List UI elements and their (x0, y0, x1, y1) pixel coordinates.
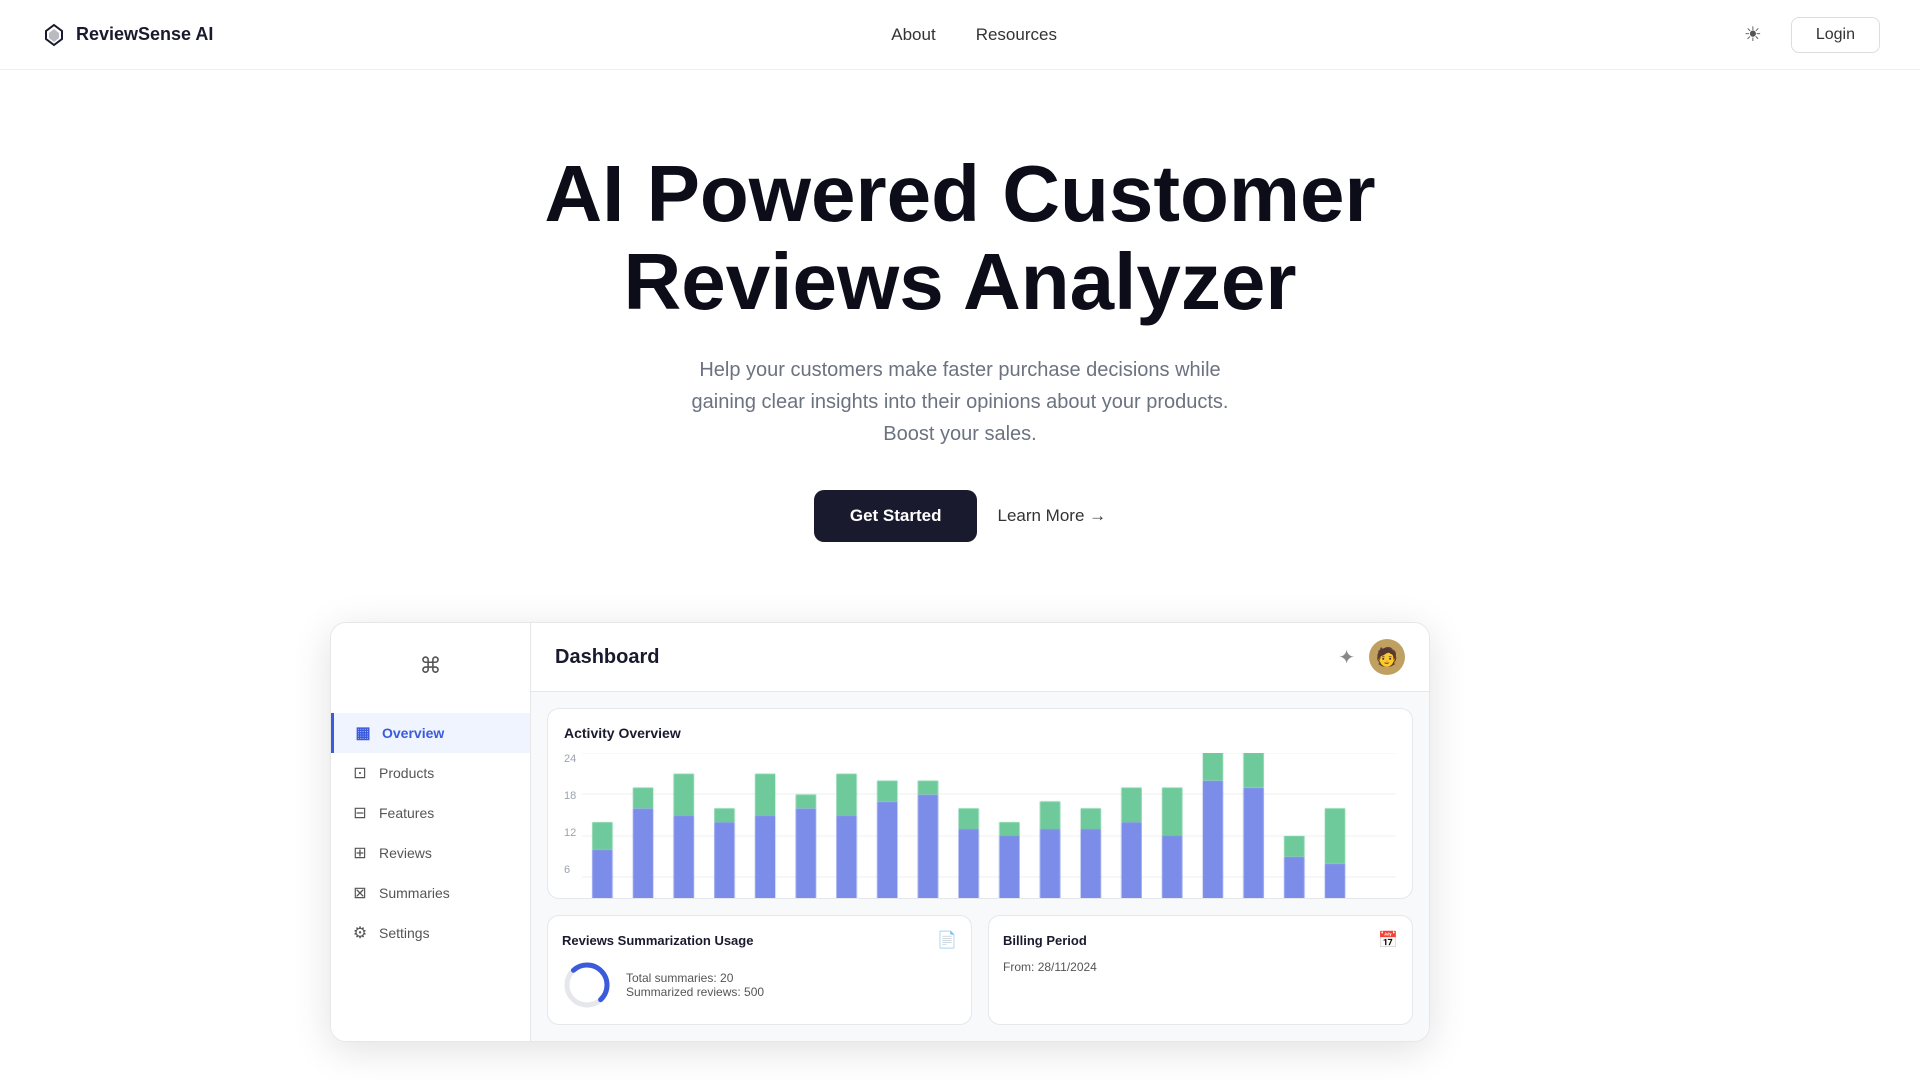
usage-card-title: Reviews Summarization Usage (562, 933, 753, 948)
brand-icon (40, 21, 68, 49)
y-label-18: 18 (564, 790, 576, 802)
get-started-button[interactable]: Get Started (814, 490, 978, 542)
login-button[interactable]: Login (1791, 17, 1880, 53)
chart-bars-container (582, 753, 1396, 899)
settings-icon: ⚙ (351, 923, 369, 943)
sidebar-item-summaries[interactable]: ⊠ Summaries (331, 873, 530, 913)
sidebar-item-overview[interactable]: ▦ Overview (331, 713, 530, 753)
sidebar-item-settings[interactable]: ⚙ Settings (331, 913, 530, 953)
user-avatar[interactable]: 🧑 (1369, 639, 1405, 675)
total-summaries-label: Total summaries: (626, 971, 717, 985)
brand-name: ReviewSense AI (76, 24, 213, 45)
sun-icon: ☀ (1744, 22, 1762, 47)
summarized-reviews-label: Summarized reviews: (626, 985, 741, 999)
billing-card-header: Billing Period 📅 (1003, 930, 1398, 950)
chart-title: Activity Overview (564, 725, 1396, 741)
sidebar-item-products[interactable]: ⊡ Products (331, 753, 530, 793)
bottom-cards: Reviews Summarization Usage 📄 Total summ… (547, 915, 1413, 1025)
sidebar-item-label-settings: Settings (379, 925, 430, 941)
hero-cta-group: Get Started Learn More → (814, 490, 1106, 542)
dashboard-title: Dashboard (555, 646, 659, 669)
brand-logo[interactable]: ReviewSense AI (40, 21, 213, 49)
sidebar: ⌘ ▦ Overview ⊡ Products ⊟ Features ⊞ Rev… (331, 623, 531, 1041)
dashboard-preview: ⌘ ▦ Overview ⊡ Products ⊟ Features ⊞ Rev… (0, 622, 1920, 1042)
header-settings-icon[interactable]: ✦ (1338, 645, 1355, 670)
nav-resources[interactable]: Resources (976, 25, 1057, 45)
dashboard-main: Dashboard ✦ 🧑 Activity Overview 24 18 12… (531, 623, 1429, 1041)
nav-about[interactable]: About (891, 25, 935, 45)
usage-card: Reviews Summarization Usage 📄 Total summ… (547, 915, 972, 1025)
features-icon: ⊟ (351, 803, 369, 823)
navbar-right: ☀ Login (1735, 17, 1880, 53)
theme-toggle-button[interactable]: ☀ (1735, 17, 1771, 53)
summarized-reviews-stat: Summarized reviews: 500 (626, 985, 764, 999)
sidebar-item-reviews[interactable]: ⊞ Reviews (331, 833, 530, 873)
sidebar-item-features[interactable]: ⊟ Features (331, 793, 530, 833)
billing-card-icon: 📅 (1378, 930, 1398, 950)
usage-stats: Total summaries: 20 Summarized reviews: … (626, 971, 764, 999)
sidebar-logo-icon: ⌘ (410, 643, 452, 689)
sidebar-item-label-features: Features (379, 805, 434, 821)
y-label-6: 6 (564, 864, 576, 876)
dashboard-header-actions: ✦ 🧑 (1338, 639, 1405, 675)
total-summaries-value: 20 (720, 971, 733, 985)
usage-circle-chart (562, 960, 612, 1010)
sidebar-item-label-overview: Overview (382, 725, 444, 741)
hero-subtitle: Help your customers make faster purchase… (670, 354, 1250, 450)
dashboard-header: Dashboard ✦ 🧑 (531, 623, 1429, 692)
billing-card-title: Billing Period (1003, 933, 1087, 948)
reviews-icon: ⊞ (351, 843, 369, 863)
sidebar-item-label-reviews: Reviews (379, 845, 432, 861)
billing-from-label: From: (1003, 960, 1034, 974)
activity-chart-section: Activity Overview 24 18 12 6 0 (547, 708, 1413, 899)
overview-icon: ▦ (354, 723, 372, 743)
hero-section: AI Powered Customer Reviews Analyzer Hel… (0, 70, 1920, 602)
y-label-24: 24 (564, 753, 576, 765)
y-label-12: 12 (564, 827, 576, 839)
navbar-links: About Resources (891, 25, 1057, 45)
billing-from-value: 28/11/2024 (1038, 960, 1097, 974)
usage-card-icon: 📄 (937, 930, 957, 950)
usage-card-header: Reviews Summarization Usage 📄 (562, 930, 957, 950)
hero-title: AI Powered Customer Reviews Analyzer (510, 150, 1410, 326)
summaries-icon: ⊠ (351, 883, 369, 903)
dashboard-window: ⌘ ▦ Overview ⊡ Products ⊟ Features ⊞ Rev… (330, 622, 1430, 1042)
products-icon: ⊡ (351, 763, 369, 783)
sidebar-item-label-summaries: Summaries (379, 885, 450, 901)
total-summaries-stat: Total summaries: 20 (626, 971, 764, 985)
sidebar-item-label-products: Products (379, 765, 434, 781)
learn-more-button[interactable]: Learn More → (997, 506, 1106, 526)
summarized-reviews-value: 500 (744, 985, 764, 999)
navbar: ReviewSense AI About Resources ☀ Login (0, 0, 1920, 70)
billing-from-stat: From: 28/11/2024 (1003, 960, 1398, 974)
billing-card: Billing Period 📅 From: 28/11/2024 (988, 915, 1413, 1025)
